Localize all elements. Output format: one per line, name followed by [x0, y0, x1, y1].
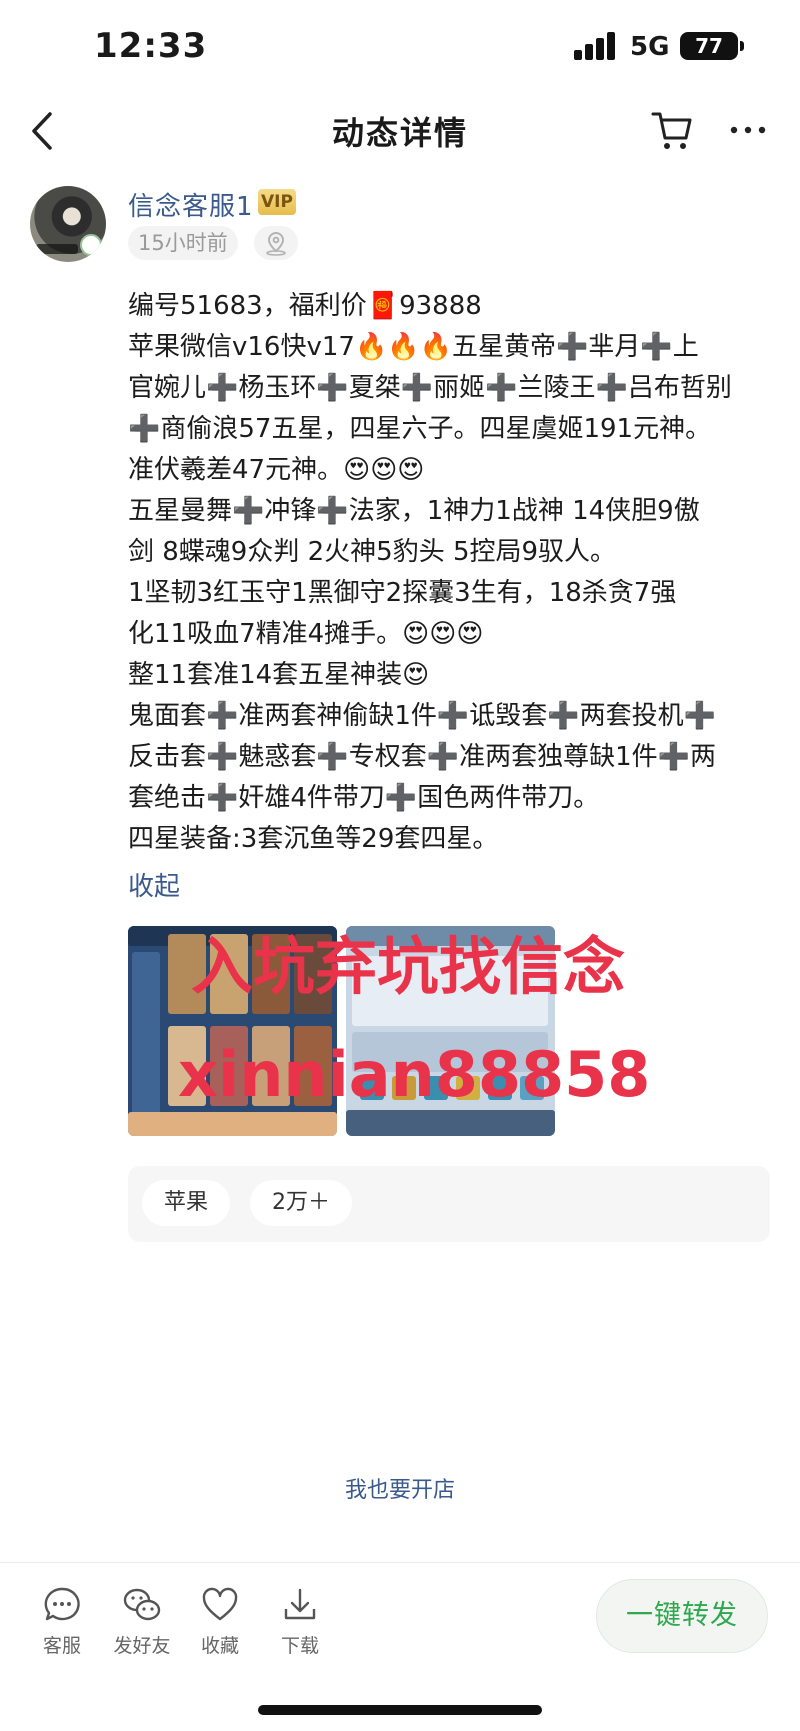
action-label: 下载: [280, 1635, 319, 1657]
watermark-line-2: xinnian88858: [178, 1038, 651, 1111]
status-time: 12:33: [94, 26, 208, 66]
post-line: 套绝击➕奸雄4件带刀➕国色两件带刀。: [128, 783, 600, 813]
tag-chip[interactable]: 苹果: [142, 1180, 231, 1226]
tag-chip[interactable]: 2万＋: [250, 1180, 352, 1226]
post-line: 整11套准14套五星神装😍: [128, 660, 430, 690]
post-line: 官婉儿➕杨玉环➕夏桀➕丽姬➕兰陵王➕吕布哲别: [128, 373, 732, 403]
status-bar: 12:33 5G 77: [0, 0, 800, 96]
location-button[interactable]: [254, 226, 298, 260]
chat-icon: [44, 1587, 80, 1621]
action-label: 发好友: [113, 1635, 171, 1657]
post-line: 准伏羲差47元神。😍😍😍: [128, 455, 425, 485]
avatar[interactable]: [30, 186, 106, 262]
one-click-forward-button[interactable]: 一键转发: [596, 1579, 768, 1653]
more-icon[interactable]: [726, 110, 770, 150]
post-time: 15小时前: [128, 226, 238, 260]
author-name[interactable]: 信念客服1: [128, 186, 254, 223]
post-line: 鬼面套➕准两套神偷缺1件➕诋毁套➕两套投机➕: [128, 701, 717, 731]
post-line: 反击套➕魅惑套➕专权套➕准两套独尊缺1件➕两: [128, 742, 717, 772]
post-line: 四星装备:3套沉鱼等29套四星。: [128, 824, 499, 854]
nav-bar: 动态详情: [0, 96, 800, 166]
network-type: 5G: [630, 32, 670, 62]
post-line: 编号51683，福利价🧧93888: [128, 291, 482, 321]
action-label: 客服: [42, 1635, 81, 1657]
open-shop-link[interactable]: 我也要开店: [0, 1472, 800, 1504]
tags-box: 苹果 2万＋: [128, 1166, 770, 1242]
action-label: 收藏: [200, 1635, 239, 1657]
post-line: 苹果微信v16快v17🔥🔥🔥五星黄帝➕芈月➕上: [128, 332, 699, 362]
home-indicator: [258, 1705, 542, 1715]
avatar-strip: [36, 244, 78, 254]
location-icon: [266, 231, 286, 256]
battery-tip: [740, 41, 744, 51]
post-body: 编号51683，福利价🧧93888 苹果微信v16快v17🔥🔥🔥五星黄帝➕芈月➕…: [128, 286, 768, 860]
signal-icon: [574, 32, 616, 60]
battery-icon: 77: [680, 32, 738, 60]
post-line: 剑 8蝶魂9众判 2火神5豹头 5控局9驭人。: [128, 537, 617, 567]
avatar-badge: [80, 234, 102, 256]
wechat-icon: [123, 1588, 161, 1621]
customer-service-button[interactable]: 客服: [24, 1585, 100, 1658]
cart-icon[interactable]: [650, 108, 694, 152]
collapse-link[interactable]: 收起: [128, 866, 180, 903]
post-line: ➕商偷浪57五星，四星六子。四星虞姬191元神。: [128, 414, 712, 444]
post-line: 五星曼舞➕冲锋➕法家，1神力1战神 14侠胆9傲: [128, 496, 700, 526]
vip-badge: VIP: [258, 189, 296, 215]
post-line: 化11吸血7精准4摊手。😍😍😍: [128, 619, 484, 649]
download-icon: [284, 1588, 316, 1620]
watermark-line-1: 入坑弃坑找信念: [190, 930, 625, 1003]
favorite-button[interactable]: 收藏: [182, 1585, 258, 1658]
post-line: 1坚韧3红玉守1黑御守2探囊3生有，18杀贪7强: [128, 578, 677, 608]
download-button[interactable]: 下载: [262, 1585, 338, 1658]
heart-icon: [202, 1587, 238, 1621]
send-friend-button[interactable]: 发好友: [104, 1585, 180, 1658]
